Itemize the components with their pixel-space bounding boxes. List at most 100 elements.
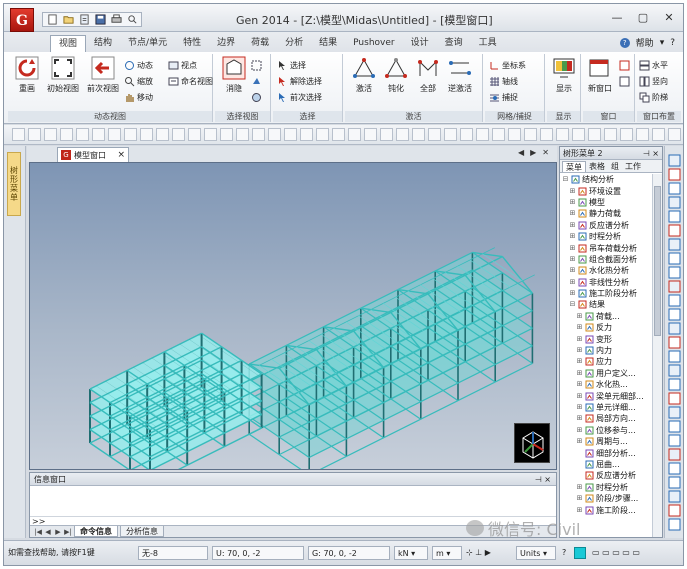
tree-item[interactable]: 反应谱分析 <box>560 470 652 481</box>
tree-item[interactable]: ⊞ 位移参与... <box>560 425 652 436</box>
viewpoint-button[interactable]: 视点 <box>168 58 197 72</box>
display-button[interactable]: 显示 <box>549 56 579 100</box>
undo-icon[interactable] <box>12 128 25 141</box>
tree-item[interactable]: ⊞ 组合截面分析 <box>560 254 652 265</box>
tree-expand-icon[interactable]: ⊟ <box>562 174 569 185</box>
zoom-window-icon[interactable] <box>300 128 313 141</box>
tree-item[interactable]: ⊞ 静力荷载 <box>560 208 652 219</box>
tree-expand-icon[interactable]: ⊞ <box>576 505 583 516</box>
tile-horizontal-button[interactable]: 水平 <box>639 58 668 72</box>
coordinate-system-button[interactable]: 坐标系 <box>489 58 526 72</box>
select-nodes-icon[interactable] <box>156 128 169 141</box>
tree-item[interactable]: ⊞ 反力 <box>560 322 652 333</box>
tab-scroll-right-icon[interactable]: ▶ <box>530 148 536 157</box>
select-button[interactable]: 选择 <box>277 58 306 72</box>
scrollbar-thumb[interactable] <box>654 186 661 336</box>
tree-item[interactable]: ⊞ 应力 <box>560 356 652 367</box>
view-front-icon[interactable] <box>188 128 201 141</box>
status-tool-icons[interactable]: ▭ ▭ ▭ ▭ ▭ <box>592 546 640 560</box>
menu-tab-8[interactable]: Pushover <box>345 35 402 52</box>
help-button[interactable]: 帮助 <box>636 36 654 49</box>
select-line-icon[interactable] <box>92 128 105 141</box>
tree-expand-icon[interactable]: ⊞ <box>576 345 583 356</box>
tree-item[interactable]: ⊞ 用户定义... <box>560 368 652 379</box>
dynamic-button[interactable]: 动态 <box>124 58 153 72</box>
mirror-icon[interactable] <box>668 448 681 461</box>
restore-button[interactable]: ▢ <box>635 10 651 24</box>
ribbon-help-icon[interactable]: ? <box>670 38 675 48</box>
merge-icon[interactable] <box>668 476 681 489</box>
display-options-icon[interactable] <box>524 128 537 141</box>
open-icon[interactable] <box>77 13 91 26</box>
query-icon[interactable] <box>460 128 473 141</box>
zoom-fit-icon[interactable] <box>668 210 681 223</box>
tree-tab-2[interactable]: 组 <box>608 161 622 172</box>
select-volume-icon[interactable] <box>124 128 137 141</box>
axis-line-button[interactable]: 轴线 <box>489 74 518 88</box>
zoom-out-icon[interactable] <box>332 128 345 141</box>
previous-select-button[interactable]: 前次选择 <box>277 90 322 104</box>
select-window-icon[interactable] <box>60 128 73 141</box>
view-iso-icon[interactable] <box>668 196 681 209</box>
view-bottom-icon[interactable] <box>268 128 281 141</box>
tree-item[interactable]: ⊞ 模型 <box>560 197 652 208</box>
node-icon[interactable] <box>668 336 681 349</box>
table-icon[interactable] <box>668 518 681 531</box>
model-viewport[interactable] <box>29 162 557 470</box>
print-icon[interactable] <box>109 13 123 26</box>
tree-item[interactable]: ⊞ 施工阶段分析 <box>560 288 652 299</box>
tree-menu-side-tab[interactable]: 树形菜单 <box>7 152 21 216</box>
color-indicator[interactable] <box>574 547 586 559</box>
tree-item[interactable]: ⊞ 时程分析 <box>560 482 652 493</box>
force-unit-select[interactable]: kN ▾ <box>394 546 428 560</box>
tree-tab-3[interactable]: 工作 <box>622 161 644 172</box>
select-elements-icon[interactable] <box>140 128 153 141</box>
deselect-button[interactable]: 解除选择 <box>277 74 322 88</box>
tree-item[interactable]: ⊞ 梁单元细部... <box>560 390 652 401</box>
copy-icon[interactable] <box>668 420 681 433</box>
app-logo[interactable]: G <box>10 8 34 32</box>
activate-all-button[interactable]: 全部 <box>413 56 443 100</box>
view-axis-indicator[interactable] <box>514 423 550 463</box>
tab-command-info[interactable]: 命令信息 <box>74 526 118 537</box>
tree-expand-icon[interactable]: ⊞ <box>576 436 583 447</box>
properties-icon[interactable] <box>668 128 681 141</box>
message-area[interactable] <box>30 487 556 515</box>
first-tab-icon[interactable]: |◀ <box>34 528 42 536</box>
view-back-icon[interactable] <box>252 128 265 141</box>
ortho-icon[interactable] <box>572 128 585 141</box>
activate-icon-sm[interactable] <box>476 128 489 141</box>
named-view-button[interactable]: 命名视图 <box>168 74 213 88</box>
tree-panel-controls-icon[interactable]: ⊣ × <box>643 147 659 160</box>
menu-tab-7[interactable]: 结果 <box>311 35 345 52</box>
tree-item[interactable]: ⊞ 水化热... <box>560 379 652 390</box>
tree-expand-icon[interactable]: ⊞ <box>569 265 576 276</box>
window-option-2-icon[interactable] <box>619 74 630 88</box>
tree-item[interactable]: ⊞ 非线性分析 <box>560 277 652 288</box>
rotate-right-icon[interactable] <box>668 280 681 293</box>
tree-expand-icon[interactable]: ⊞ <box>576 322 583 333</box>
tree-item[interactable]: 屈曲... <box>560 459 652 470</box>
tree-item[interactable]: ⊞ 时程分析 <box>560 231 652 242</box>
previous-view-button[interactable]: 前次视图 <box>87 56 119 100</box>
zoom-fit-icon[interactable] <box>284 128 297 141</box>
redraw-button[interactable]: 重画 <box>12 56 42 100</box>
menu-tab-5[interactable]: 荷载 <box>243 35 277 52</box>
layer-icon[interactable] <box>604 128 617 141</box>
redraw-icon[interactable] <box>668 322 681 335</box>
tree-scrollbar[interactable] <box>652 174 662 537</box>
prev-tab-icon[interactable]: ◀ <box>44 528 52 536</box>
pan-button[interactable]: 移动 <box>124 90 153 104</box>
tree-expand-icon[interactable]: ⊞ <box>576 493 583 504</box>
tree-item[interactable]: ⊞ 变形 <box>560 333 652 344</box>
open-folder-icon[interactable] <box>61 13 75 26</box>
tree-tab-1[interactable]: 表格 <box>586 161 608 172</box>
tree-expand-icon[interactable]: ⊞ <box>569 197 576 208</box>
snap-toggle-icon[interactable] <box>556 128 569 141</box>
tree-expand-icon[interactable]: ⊞ <box>576 391 583 402</box>
menu-tab-0[interactable]: 视图 <box>50 35 87 52</box>
tree-item[interactable]: ⊞ 阶段/步骤... <box>560 493 652 504</box>
tab-analysis-info[interactable]: 分析信息 <box>120 526 164 537</box>
length-unit-select[interactable]: m ▾ <box>432 546 462 560</box>
tree-item[interactable]: ⊞ 周期与... <box>560 436 652 447</box>
